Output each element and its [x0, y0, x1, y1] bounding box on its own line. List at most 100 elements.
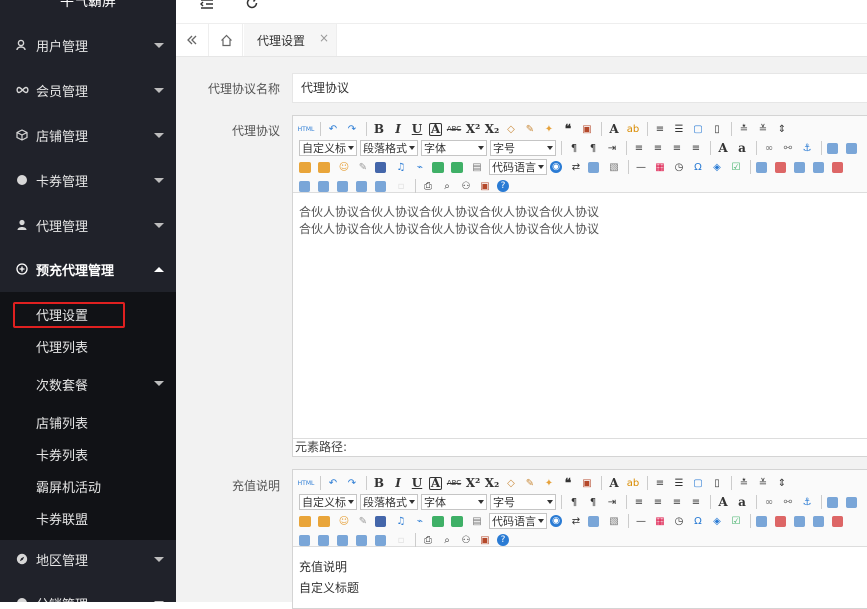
submenu-item-coupon-alliance[interactable]: 卡券联盟 [0, 501, 176, 533]
insert-row-icon[interactable] [813, 515, 824, 527]
ordered-list-icon[interactable]: ≡ [653, 476, 667, 490]
binoculars-icon[interactable]: ⚇ [459, 533, 473, 547]
align-left-icon[interactable]: ≡ [632, 495, 646, 509]
preview-search-icon[interactable]: ⌕ [440, 179, 454, 193]
delete-table-icon[interactable] [775, 161, 786, 173]
search-replace-icon[interactable]: ◈ [710, 160, 724, 174]
ltr-icon[interactable]: ¶ [567, 141, 581, 155]
draft-icon[interactable]: ▣ [478, 533, 492, 547]
html-source-icon[interactable]: HTML [298, 476, 315, 490]
submenu-item-coupon-list[interactable]: 卡券列表 [0, 437, 176, 469]
insert-caption-icon[interactable] [794, 161, 805, 173]
merge-right-icon[interactable] [318, 180, 329, 192]
italic-icon[interactable]: I [391, 476, 405, 490]
split-cells-icon[interactable] [356, 180, 367, 192]
multi-image-icon[interactable] [318, 515, 330, 527]
align-right-icon[interactable]: ≡ [670, 495, 684, 509]
submenu-item-agent-list[interactable]: 代理列表 [0, 329, 176, 361]
select-all-icon[interactable]: ▢ [691, 122, 705, 136]
align-justify-icon[interactable]: ≡ [689, 141, 703, 155]
bold-icon[interactable]: B [372, 122, 386, 136]
split-cells-icon[interactable] [356, 534, 367, 546]
merge-down-icon[interactable] [337, 534, 348, 546]
print-icon[interactable]: ⎙ [421, 533, 435, 547]
insert-table-icon[interactable] [756, 515, 767, 527]
preview-search-icon[interactable]: ⌕ [440, 533, 454, 547]
preview-icon[interactable]: ▧ [607, 514, 621, 528]
row-spacing-top-icon[interactable]: ≛ [737, 122, 751, 136]
sidebar-item-coupons[interactable]: 卡券管理 [0, 158, 176, 203]
undo-icon[interactable]: ↶ [326, 476, 340, 490]
link-icon[interactable]: ∞ [762, 495, 776, 509]
background-icon[interactable] [588, 515, 599, 527]
google-map-icon[interactable] [451, 161, 463, 173]
align-left-icon[interactable]: ≡ [632, 141, 646, 155]
align-right-icon[interactable]: ≡ [670, 141, 684, 155]
align-center-icon[interactable]: ≡ [651, 141, 665, 155]
auto-format-icon[interactable]: ✦ [542, 122, 556, 136]
emoji-icon[interactable]: ☺ [337, 160, 351, 174]
align-justify-icon[interactable]: ≡ [689, 495, 703, 509]
paragraph-format-select[interactable]: 段落格式 [360, 140, 418, 156]
blockquote-icon[interactable]: ❝ [561, 122, 575, 136]
custom-title-select[interactable]: 自定义标 [299, 494, 357, 510]
format-brush-icon[interactable]: ✎ [523, 122, 537, 136]
delete-row-icon[interactable] [832, 161, 843, 173]
row-spacing-top-icon[interactable]: ≛ [737, 476, 751, 490]
insert-image-icon[interactable] [299, 515, 311, 527]
menu-fold-icon[interactable] [200, 0, 214, 14]
code-language-select[interactable]: 代码语言 [489, 159, 547, 175]
unordered-list-icon[interactable]: ☰ [672, 476, 686, 490]
video-icon[interactable] [375, 161, 386, 173]
print-icon[interactable]: ⎙ [421, 179, 435, 193]
split-rows-icon[interactable] [375, 180, 386, 192]
link-icon[interactable]: ∞ [762, 141, 776, 155]
music-icon[interactable]: ♫ [394, 514, 408, 528]
editor-content[interactable]: 充值说明 自定义标题 [299, 557, 865, 599]
underline-icon[interactable]: U [410, 476, 424, 490]
uppercase-icon[interactable]: A [716, 495, 730, 509]
attachment-icon[interactable]: ⌁ [413, 514, 427, 528]
format-brush-icon[interactable]: ✎ [523, 476, 537, 490]
agreement-editor[interactable]: HTML ↶ ↷ B I U A ABC X² X₂ ◇ ✎ ✦ ❝ ▣ A a… [292, 115, 867, 457]
emoji-icon[interactable]: ☺ [337, 514, 351, 528]
bold-icon[interactable]: B [372, 476, 386, 490]
code-language-select[interactable]: 代码语言 [489, 513, 547, 529]
font-size-select[interactable]: 字号 [490, 494, 556, 510]
page-break-icon[interactable]: ⇄ [569, 514, 583, 528]
undo-icon[interactable]: ↶ [326, 122, 340, 136]
home-icon[interactable] [210, 24, 243, 56]
superscript-icon[interactable]: X² [466, 122, 481, 136]
eraser-icon[interactable]: ◇ [504, 476, 518, 490]
font-color-icon[interactable]: A [607, 476, 621, 490]
image-none-icon[interactable] [827, 496, 838, 508]
strikethrough-icon[interactable]: ABC [447, 476, 461, 490]
frame-icon[interactable]: ▤ [470, 514, 484, 528]
subscript-icon[interactable]: X₂ [485, 476, 500, 490]
template-icon[interactable]: ◉ [550, 515, 562, 527]
eraser-icon[interactable]: ◇ [504, 122, 518, 136]
font-color-icon[interactable]: A [607, 122, 621, 136]
font-border-icon[interactable]: A [429, 476, 442, 490]
highlight-color-icon[interactable]: ab [626, 476, 640, 490]
paste-text-icon[interactable]: ▣ [580, 476, 594, 490]
merge-right-icon[interactable] [318, 534, 329, 546]
italic-icon[interactable]: I [391, 122, 405, 136]
superscript-icon[interactable]: X² [466, 476, 481, 490]
blockquote-icon[interactable]: ❝ [561, 476, 575, 490]
subscript-icon[interactable]: X₂ [485, 122, 500, 136]
line-height-icon[interactable]: ⇕ [775, 476, 789, 490]
close-icon[interactable]: × [319, 31, 329, 45]
font-size-select[interactable]: 字号 [490, 140, 556, 156]
date-icon[interactable]: ▦ [653, 160, 667, 174]
font-family-select[interactable]: 字体 [421, 494, 487, 510]
anchor-icon[interactable]: ⚓ [800, 495, 814, 509]
unlink-icon[interactable]: ⚯ [781, 495, 795, 509]
font-border-icon[interactable]: A [429, 122, 442, 136]
paste-text-icon[interactable]: ▣ [580, 122, 594, 136]
underline-icon[interactable]: U [410, 122, 424, 136]
special-char-icon[interactable]: Ω [691, 514, 705, 528]
rtl-icon[interactable]: ¶ [586, 141, 600, 155]
special-char-icon[interactable]: Ω [691, 160, 705, 174]
line-height-icon[interactable]: ⇕ [775, 122, 789, 136]
